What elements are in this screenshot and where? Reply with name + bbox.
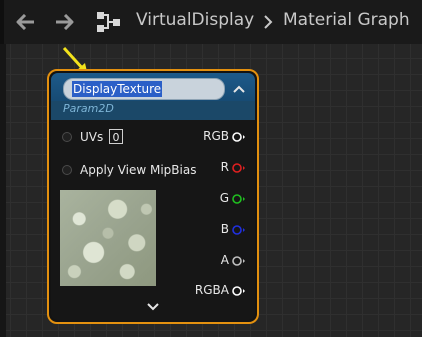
output-pin-rgb[interactable] [232, 132, 246, 142]
output-pin-r[interactable] [232, 163, 246, 173]
graph-hierarchy-icon [97, 12, 120, 32]
node-body: DisplayTexture Param2D UVs 0 Apply View … [51, 73, 255, 320]
uvs-label: UVs [80, 130, 104, 144]
node-title-input[interactable]: DisplayTexture [63, 78, 225, 100]
chevron-down-icon[interactable] [147, 303, 159, 311]
output-pin-a[interactable] [232, 256, 246, 266]
chevron-right-icon [264, 15, 273, 29]
uvs-input-pin[interactable] [62, 132, 72, 142]
output-pin-b[interactable] [232, 225, 246, 235]
graph-hierarchy-button[interactable] [96, 10, 122, 34]
forward-button[interactable] [50, 8, 78, 36]
output-label-rgba: RGBA [194, 283, 229, 297]
back-arrow-icon [16, 14, 34, 30]
texture-param-node[interactable]: DisplayTexture Param2D UVs 0 Apply View … [47, 69, 259, 324]
texture-preview [60, 190, 156, 286]
output-pin-g[interactable] [232, 194, 246, 204]
toolbar: VirtualDisplay Material Graph [0, 0, 422, 44]
back-button[interactable] [12, 8, 40, 36]
uvs-value-field[interactable]: 0 [109, 129, 123, 144]
output-label-a: A [220, 253, 229, 267]
output-label-rgb: RGB [203, 129, 229, 143]
output-label-g: G [219, 191, 229, 205]
mipbias-input-pin[interactable] [62, 165, 72, 175]
output-label-b: B [220, 222, 229, 236]
mipbias-label: Apply View MipBias [80, 163, 197, 177]
output-label-r: R [220, 160, 229, 174]
canvas-border [0, 44, 6, 337]
breadcrumb-asset[interactable]: VirtualDisplay [136, 10, 254, 30]
output-pin-rgba[interactable] [232, 286, 246, 296]
breadcrumb-graph[interactable]: Material Graph [283, 10, 410, 30]
toolbar-edge [0, 0, 4, 44]
chevron-up-icon[interactable] [233, 85, 245, 93]
node-subtitle: Param2D [63, 102, 114, 115]
node-title-text: DisplayTexture [72, 81, 163, 97]
forward-arrow-icon [56, 14, 74, 30]
